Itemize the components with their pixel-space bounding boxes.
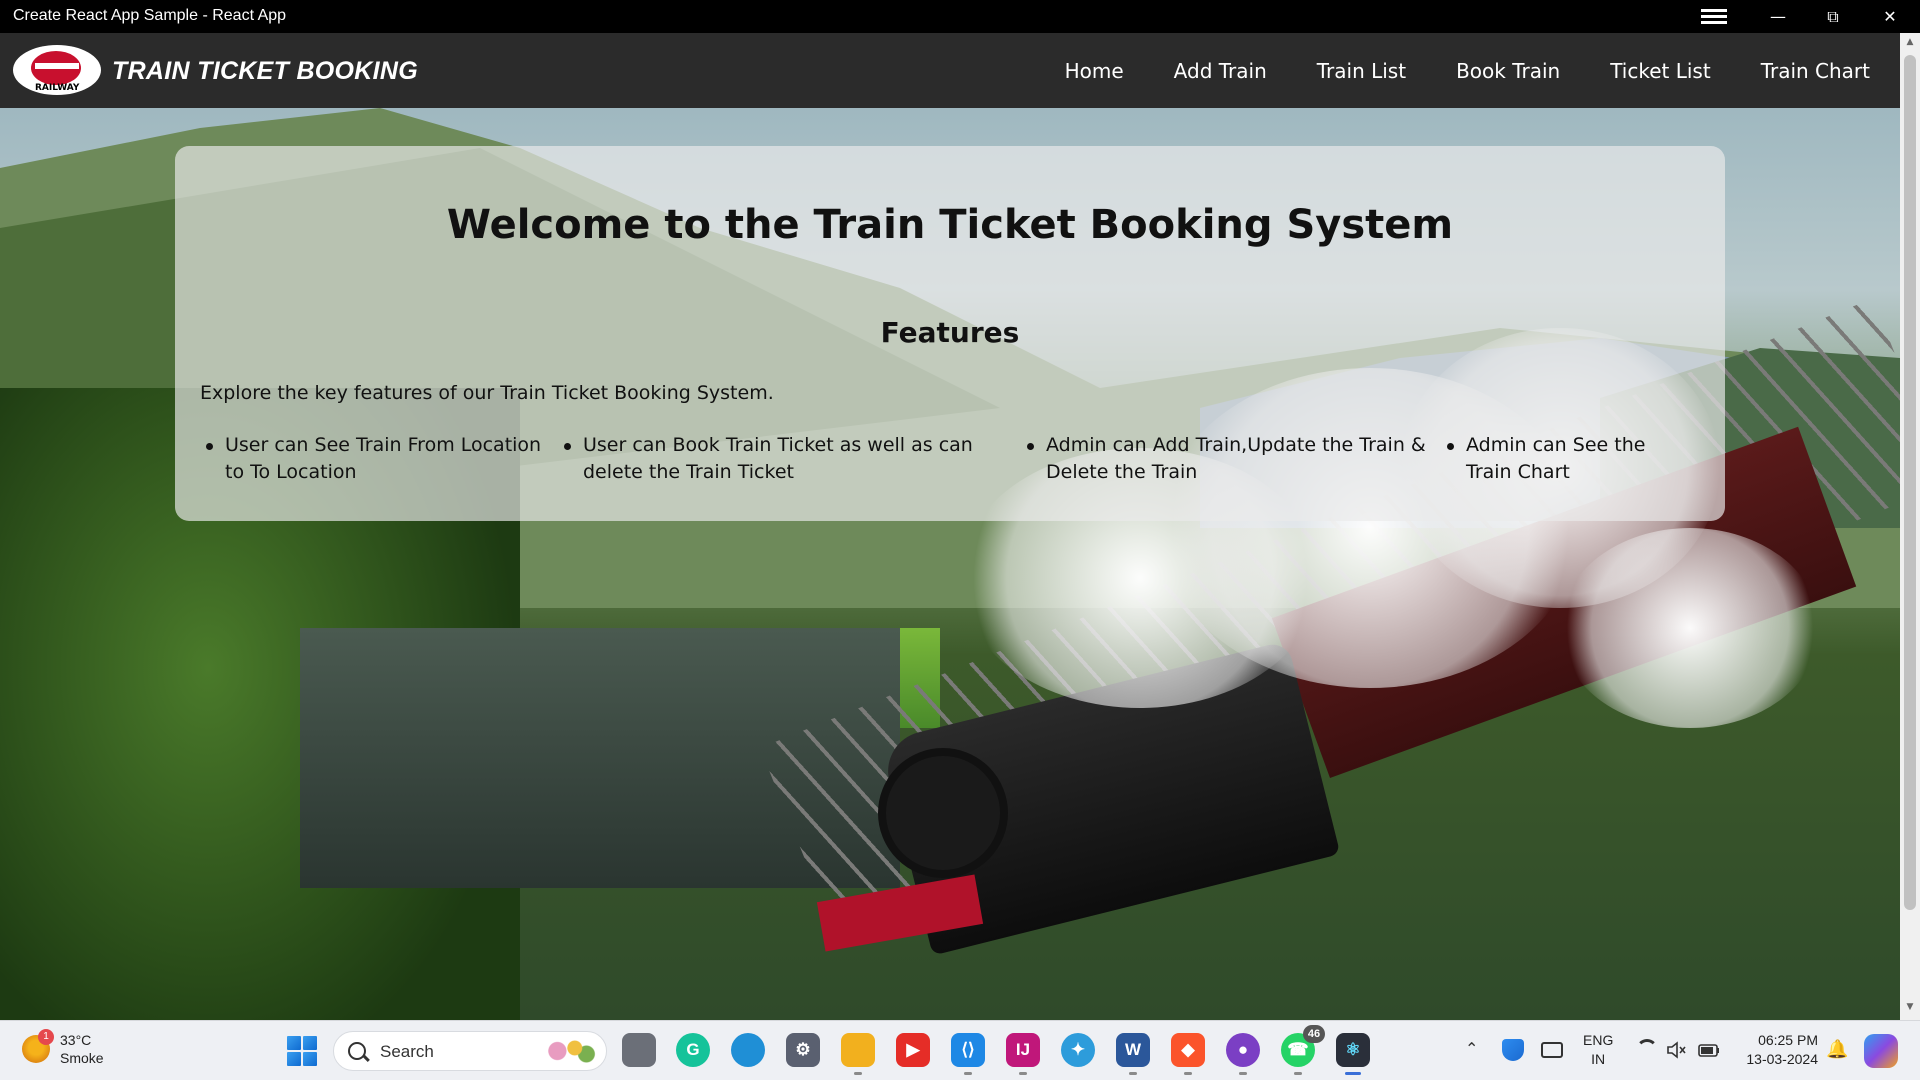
feature-item: User can Book Train Ticket as well as ca… (558, 432, 1021, 486)
github-desktop-icon[interactable]: ● (1226, 1033, 1260, 1075)
steam-cloud (1560, 528, 1820, 728)
logo-text: RAILWAY (35, 83, 80, 93)
wifi-icon[interactable] (1636, 1039, 1658, 1061)
clock-date: 13-03-2024 (1746, 1051, 1818, 1067)
grammarly-icon[interactable]: G (676, 1033, 710, 1067)
windows-start-icon[interactable] (287, 1036, 317, 1066)
locomotive-front (878, 748, 1008, 878)
window-titlebar: Create React App Sample - React App — ⧉ … (0, 0, 1920, 33)
window-title: Create React App Sample - React App (13, 7, 287, 24)
app-glyph: G (686, 1040, 700, 1059)
taskbar-search[interactable]: Search (333, 1031, 607, 1071)
region-code: IN (1591, 1051, 1606, 1067)
nav-links: Home Add Train Train List Book Train Tic… (1065, 59, 1870, 83)
app-glyph: ✦ (1070, 1040, 1086, 1059)
language-indicator[interactable]: ENG IN (1583, 1031, 1613, 1069)
intellij-icon[interactable]: IJ (1006, 1033, 1040, 1075)
brand-title[interactable]: TRAIN TICKET BOOKING (112, 57, 418, 86)
feature-item: User can See Train From Location to To L… (200, 432, 558, 486)
nav-train-chart[interactable]: Train Chart (1761, 59, 1870, 83)
settings-icon[interactable]: ⚙ (786, 1033, 820, 1067)
minimize-icon: — (1770, 7, 1786, 26)
menu-button[interactable] (1686, 0, 1742, 33)
weather-text: 33°C Smoke (60, 1031, 104, 1067)
logo-stripe (35, 63, 79, 69)
welcome-card: Welcome to the Train Ticket Booking Syst… (175, 146, 1725, 521)
youtube-icon[interactable]: ▶ (896, 1033, 930, 1067)
vertical-scrollbar[interactable]: ▲ ▼ (1900, 33, 1920, 1020)
speaker-muted-icon[interactable] (1665, 1039, 1687, 1061)
navbar: RAILWAY TRAIN TICKET BOOKING Home Add Tr… (0, 33, 1900, 108)
app-glyph: IJ (1015, 1040, 1031, 1059)
nav-home[interactable]: Home (1065, 59, 1124, 83)
system-clock[interactable]: 06:25 PM 13-03-2024 (1730, 1031, 1818, 1069)
app-glyph: ◆ (1181, 1040, 1195, 1059)
blue-app-icon[interactable]: ✦ (1061, 1033, 1095, 1067)
vscode-icon[interactable]: ⟨⟩ (951, 1033, 985, 1075)
search-label: Search (380, 1042, 434, 1061)
language-code: ENG (1583, 1032, 1614, 1048)
minimize-button[interactable]: — (1750, 0, 1806, 33)
scroll-up-arrow-icon[interactable]: ▲ (1900, 37, 1920, 51)
file-explorer-icon[interactable] (841, 1033, 875, 1075)
app-glyph: ⟨⟩ (961, 1040, 975, 1059)
feature-item: Admin can See the Train Chart (1441, 432, 1661, 486)
features-intro: Explore the key features of our Train Ti… (200, 382, 774, 404)
railway-logo[interactable]: RAILWAY (13, 45, 101, 95)
app-glyph: ☎ (1287, 1040, 1309, 1059)
whatsapp-badge: 46 (1303, 1025, 1325, 1043)
defender-shield-icon[interactable] (1502, 1039, 1524, 1061)
task-view-icon[interactable] (622, 1033, 656, 1067)
feature-item: Admin can Add Train,Update the Train & D… (1021, 432, 1441, 486)
app-glyph: ⚙ (795, 1040, 811, 1059)
hamburger-icon (1701, 6, 1727, 27)
maximize-icon: ⧉ (1827, 6, 1839, 26)
maximize-button[interactable]: ⧉ (1805, 0, 1861, 33)
scroll-down-arrow-icon[interactable]: ▼ (1900, 1002, 1920, 1016)
search-highlight-icon (540, 1036, 598, 1066)
app-glyph: W (1124, 1040, 1142, 1059)
brave-icon[interactable]: ◆ (1171, 1033, 1205, 1075)
nav-train-list[interactable]: Train List (1317, 59, 1406, 83)
weather-sun-icon: 1 (22, 1029, 54, 1063)
app-glyph: ▶ (906, 1040, 920, 1059)
app-glyph: ⚛ (1345, 1040, 1361, 1059)
weather-temperature: 33°C (60, 1032, 92, 1048)
word-icon[interactable]: W (1116, 1033, 1150, 1075)
nav-add-train[interactable]: Add Train (1174, 59, 1267, 83)
edge-icon[interactable] (731, 1033, 765, 1067)
app-glyph: ● (1237, 1040, 1249, 1059)
weather-condition: Smoke (60, 1050, 104, 1066)
weather-widget[interactable]: 1 33°C Smoke (22, 1029, 104, 1067)
tray-expand-icon[interactable]: ⌃ (1465, 1039, 1478, 1058)
nav-book-train[interactable]: Book Train (1456, 59, 1560, 83)
nav-ticket-list[interactable]: Ticket List (1610, 59, 1711, 83)
page-title: Welcome to the Train Ticket Booking Syst… (446, 202, 1454, 248)
notification-bell-icon[interactable]: 🔔 (1826, 1039, 1848, 1060)
weather-badge: 1 (38, 1029, 54, 1045)
display-icon[interactable] (1541, 1042, 1563, 1058)
scroll-thumb[interactable] (1904, 55, 1916, 910)
features-list: User can See Train From Location to To L… (200, 432, 1661, 486)
features-heading: Features (880, 316, 1020, 349)
clock-time: 06:25 PM (1758, 1032, 1818, 1048)
whatsapp-icon[interactable]: ☎ 46 (1281, 1025, 1325, 1075)
battery-icon[interactable] (1697, 1039, 1719, 1061)
close-icon: ✕ (1883, 7, 1897, 26)
close-button[interactable]: ✕ (1862, 0, 1918, 33)
search-icon (348, 1042, 366, 1060)
copilot-icon[interactable] (1864, 1034, 1898, 1068)
taskbar: 1 33°C Smoke Search G ⚙ ▶ ⟨⟩ IJ ✦ W ◆ ● … (0, 1020, 1920, 1080)
react-app-icon[interactable]: ⚛ (1336, 1033, 1370, 1075)
